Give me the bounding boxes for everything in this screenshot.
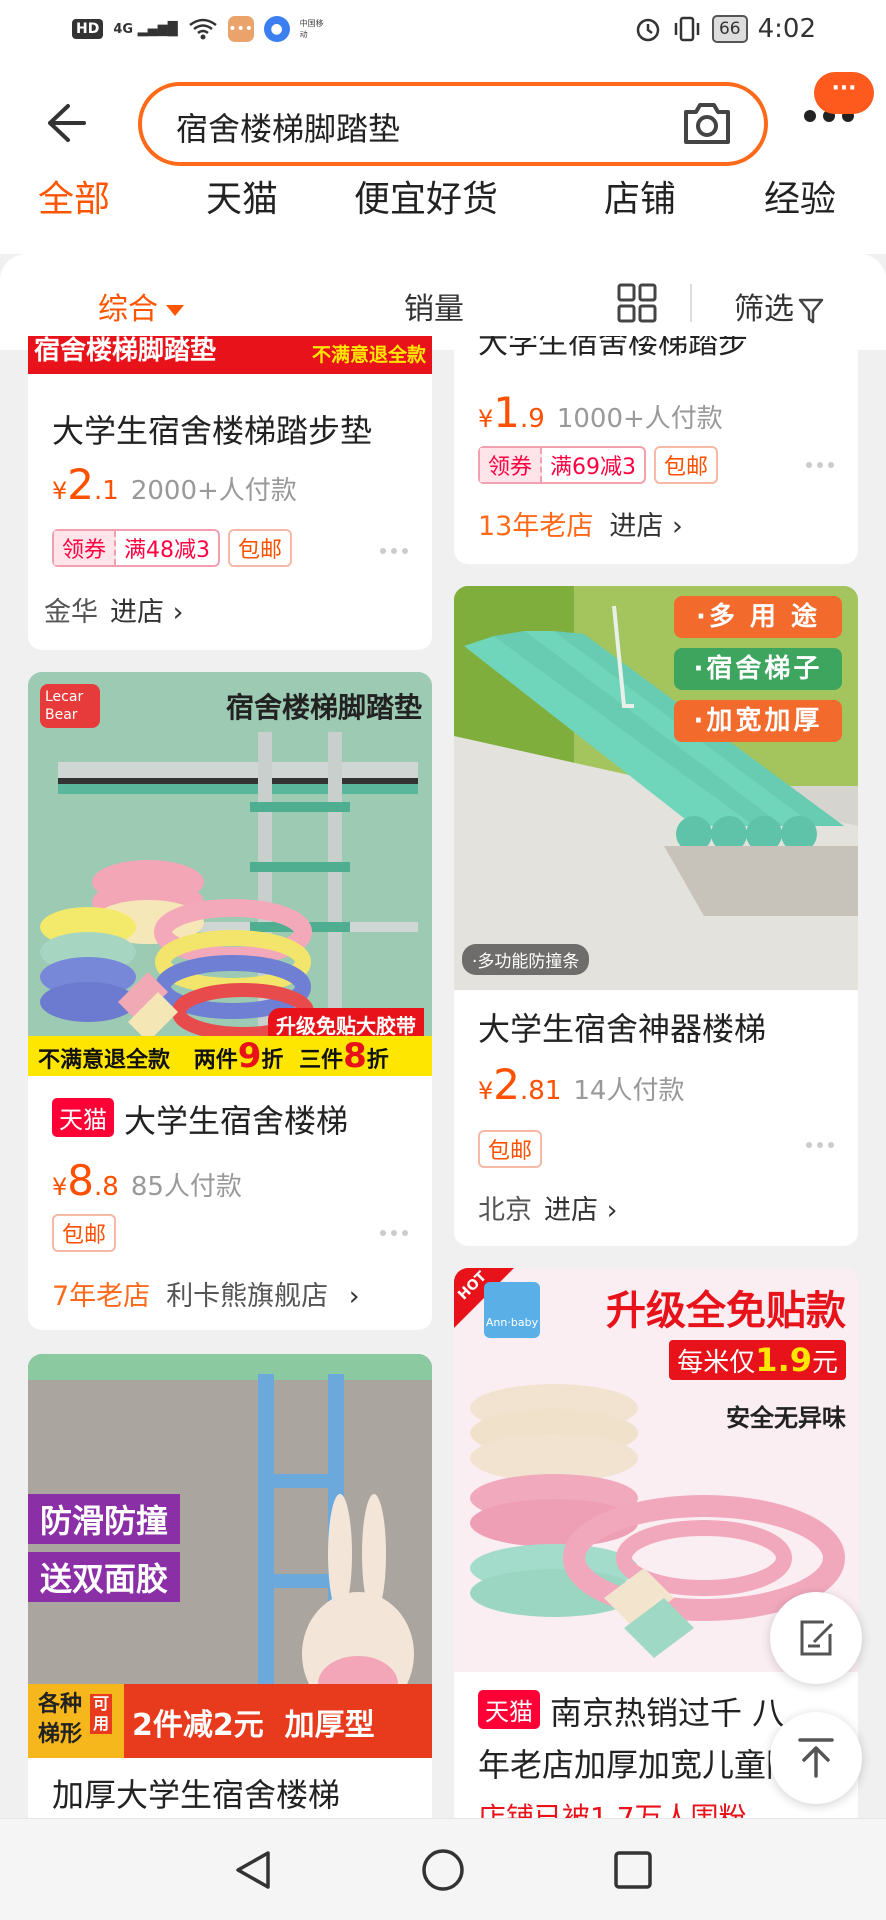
product-price: ¥1.9 1000+人付款 xyxy=(478,388,723,437)
message-badge[interactable]: ··· xyxy=(814,72,874,114)
product-card[interactable]: 大学生宿舍楼梯踏步 ¥1.9 1000+人付款 领券 满69减3 包邮 13年老店进… xyxy=(454,336,858,564)
search-query[interactable]: 宿舍楼梯脚踏垫 xyxy=(176,104,400,150)
back-arrow-icon[interactable] xyxy=(40,98,90,148)
image-price-badge: 每米仅1.9元 xyxy=(669,1340,846,1380)
sort-sales[interactable]: 销量 xyxy=(404,284,464,328)
tmall-badge: 天猫 xyxy=(478,1690,540,1729)
battery-level: 66 xyxy=(711,15,748,43)
image-tag: ·加宽加厚 xyxy=(674,700,842,742)
product-tags: 包邮 xyxy=(52,1214,117,1252)
nav-back-icon[interactable] xyxy=(230,1847,276,1893)
product-title-line2[interactable]: 年老店加厚加宽儿童防 xyxy=(478,1740,798,1786)
carrier-app-icon: 中国移动 xyxy=(299,16,330,42)
back-to-top-button[interactable] xyxy=(770,1712,862,1804)
network-indicator: 4G ▂▄▆█ xyxy=(113,21,178,37)
promo-strip: 不满意退全款 两件9折 三件8折 xyxy=(28,1036,432,1076)
grid-view-icon[interactable] xyxy=(616,282,658,324)
sort-comprehensive[interactable]: 综合 xyxy=(98,284,184,328)
tab-experience[interactable]: 经验 xyxy=(764,176,836,222)
product-tags: 包邮 xyxy=(478,1130,543,1168)
more-options-icon[interactable] xyxy=(380,548,408,554)
image-tag: ·多 用 途 xyxy=(674,596,842,638)
tmall-badge: 天猫 xyxy=(52,1098,114,1137)
status-bar: HD 4G ▂▄▆█ ••• ● 中国移动 66 4:02 xyxy=(0,0,886,66)
search-input[interactable]: 宿舍楼梯脚踏垫 xyxy=(138,82,768,166)
arrow-up-icon xyxy=(798,1738,834,1778)
tab-stores[interactable]: 店铺 xyxy=(604,176,676,222)
image-heading: 宿舍楼梯脚踏垫 xyxy=(225,691,422,724)
more-options-icon[interactable] xyxy=(380,1230,408,1236)
product-title[interactable]: 加厚大学生宿舍楼梯 xyxy=(52,1770,340,1816)
filter-icon xyxy=(798,298,824,323)
search-header: 宿舍楼梯脚踏垫 ··· xyxy=(0,66,886,176)
clock: 4:02 xyxy=(757,14,816,44)
product-card[interactable]: Lecar Bear 宿舍楼梯脚踏垫 升级免贴大胶带 不满意退全款 两件9折 三… xyxy=(28,672,432,1330)
product-title[interactable]: 大学生宿舍楼梯踏步垫 xyxy=(52,406,372,452)
coupon-tag[interactable]: 领券 满48减3 xyxy=(52,529,221,567)
product-tags: 领券 满69减3 包邮 xyxy=(478,446,719,484)
shop-fans-text: 店铺已被1.7万人围粉 xyxy=(478,1801,747,1818)
browser-app-icon: ● xyxy=(263,16,290,42)
free-shipping-tag: 包邮 xyxy=(478,1130,543,1168)
image-tag: ·宿舍梯子 xyxy=(674,648,842,690)
edit-icon xyxy=(800,1620,834,1656)
category-tabs: 全部 天猫 便宜好货 店铺 经验 xyxy=(0,176,886,254)
more-options-icon[interactable] xyxy=(806,1142,834,1148)
system-nav-bar xyxy=(0,1818,886,1920)
tab-bargain[interactable]: 便宜好货 xyxy=(354,176,498,222)
bumper-strip-illustration xyxy=(454,586,858,990)
product-title[interactable]: 天猫 南京热销过千 八 xyxy=(478,1688,784,1734)
tab-tmall[interactable]: 天猫 xyxy=(206,176,278,222)
free-shipping-tag: 包邮 xyxy=(52,1214,117,1252)
image-text: 防滑防撞 xyxy=(28,1494,181,1544)
product-title[interactable]: 大学生宿舍神器楼梯 xyxy=(478,1004,766,1050)
image-promo-strip: 各种 梯形 可用 2件减2元 加厚型 xyxy=(28,1684,432,1758)
product-card[interactable]: ·多 用 途 ·宿舍梯子 ·加宽加厚 ·多功能防撞条 大学生宿舍神器楼梯 ¥2.… xyxy=(454,586,858,1246)
shop-info[interactable]: 7年老店 利卡熊旗舰店 › xyxy=(52,1274,360,1313)
brand-logo: Ann·baby xyxy=(484,1282,540,1338)
shop-info[interactable]: 13年老店 进店 › xyxy=(478,504,683,543)
product-card[interactable]: 防滑防撞 送双面胶 各种 梯形 可用 2件减2元 加厚型 加厚大学生宿舍楼梯 xyxy=(28,1354,432,1818)
wifi-icon xyxy=(188,18,217,40)
shop-info[interactable]: 北京 进店 › xyxy=(478,1188,617,1227)
product-title-partial: 大学生宿舍楼梯踏步 xyxy=(478,336,748,361)
product-card[interactable]: 宿舍楼梯脚踏垫 不满意退全款 大学生宿舍楼梯踏步垫 ¥2.1 2000+人付款 领… xyxy=(28,336,432,650)
coupon-tag[interactable]: 领券 满69减3 xyxy=(478,446,647,484)
more-options-icon[interactable] xyxy=(806,462,834,468)
product-tags: 领券 满48减3 包邮 xyxy=(52,529,293,567)
nav-recents-icon[interactable] xyxy=(610,1847,656,1893)
product-price: ¥2.1 2000+人付款 xyxy=(52,460,297,509)
caret-down-icon xyxy=(166,305,184,316)
message-app-icon: ••• xyxy=(227,16,254,42)
camera-icon[interactable] xyxy=(680,98,734,150)
image-heading: 升级全免贴款 xyxy=(606,1288,846,1334)
image-text: 送双面胶 xyxy=(28,1552,181,1602)
feedback-button[interactable] xyxy=(770,1592,862,1684)
hd-indicator: HD xyxy=(72,19,104,39)
nav-home-icon[interactable] xyxy=(420,1847,466,1893)
product-image[interactable]: 防滑防撞 送双面胶 各种 梯形 可用 2件减2元 加厚型 xyxy=(28,1354,432,1758)
free-shipping-tag: 包邮 xyxy=(228,529,293,567)
tab-all[interactable]: 全部 xyxy=(38,176,110,222)
brand-logo: Lecar Bear xyxy=(40,684,100,728)
product-image[interactable]: Lecar Bear 宿舍楼梯脚踏垫 升级免贴大胶带 不满意退全款 两件9折 三… xyxy=(28,672,432,1076)
product-image-banner: 宿舍楼梯脚踏垫 不满意退全款 xyxy=(28,336,432,374)
image-caption: ·多功能防撞条 xyxy=(462,944,590,975)
product-image[interactable]: ·多 用 途 ·宿舍梯子 ·加宽加厚 ·多功能防撞条 xyxy=(454,586,858,990)
product-price: ¥8.8 85人付款 xyxy=(52,1156,242,1205)
alarm-icon xyxy=(636,18,660,42)
filter-button[interactable]: 筛选 xyxy=(734,284,824,328)
free-shipping-tag: 包邮 xyxy=(654,446,719,484)
shop-info[interactable]: 金华 进店 › xyxy=(44,590,183,629)
product-price: ¥2.81 14人付款 xyxy=(478,1060,685,1109)
divider xyxy=(690,284,692,322)
product-title[interactable]: 天猫 大学生宿舍楼梯 xyxy=(52,1096,348,1142)
vibrate-icon xyxy=(674,16,700,42)
image-safety-text: 安全无异味 xyxy=(726,1404,846,1432)
